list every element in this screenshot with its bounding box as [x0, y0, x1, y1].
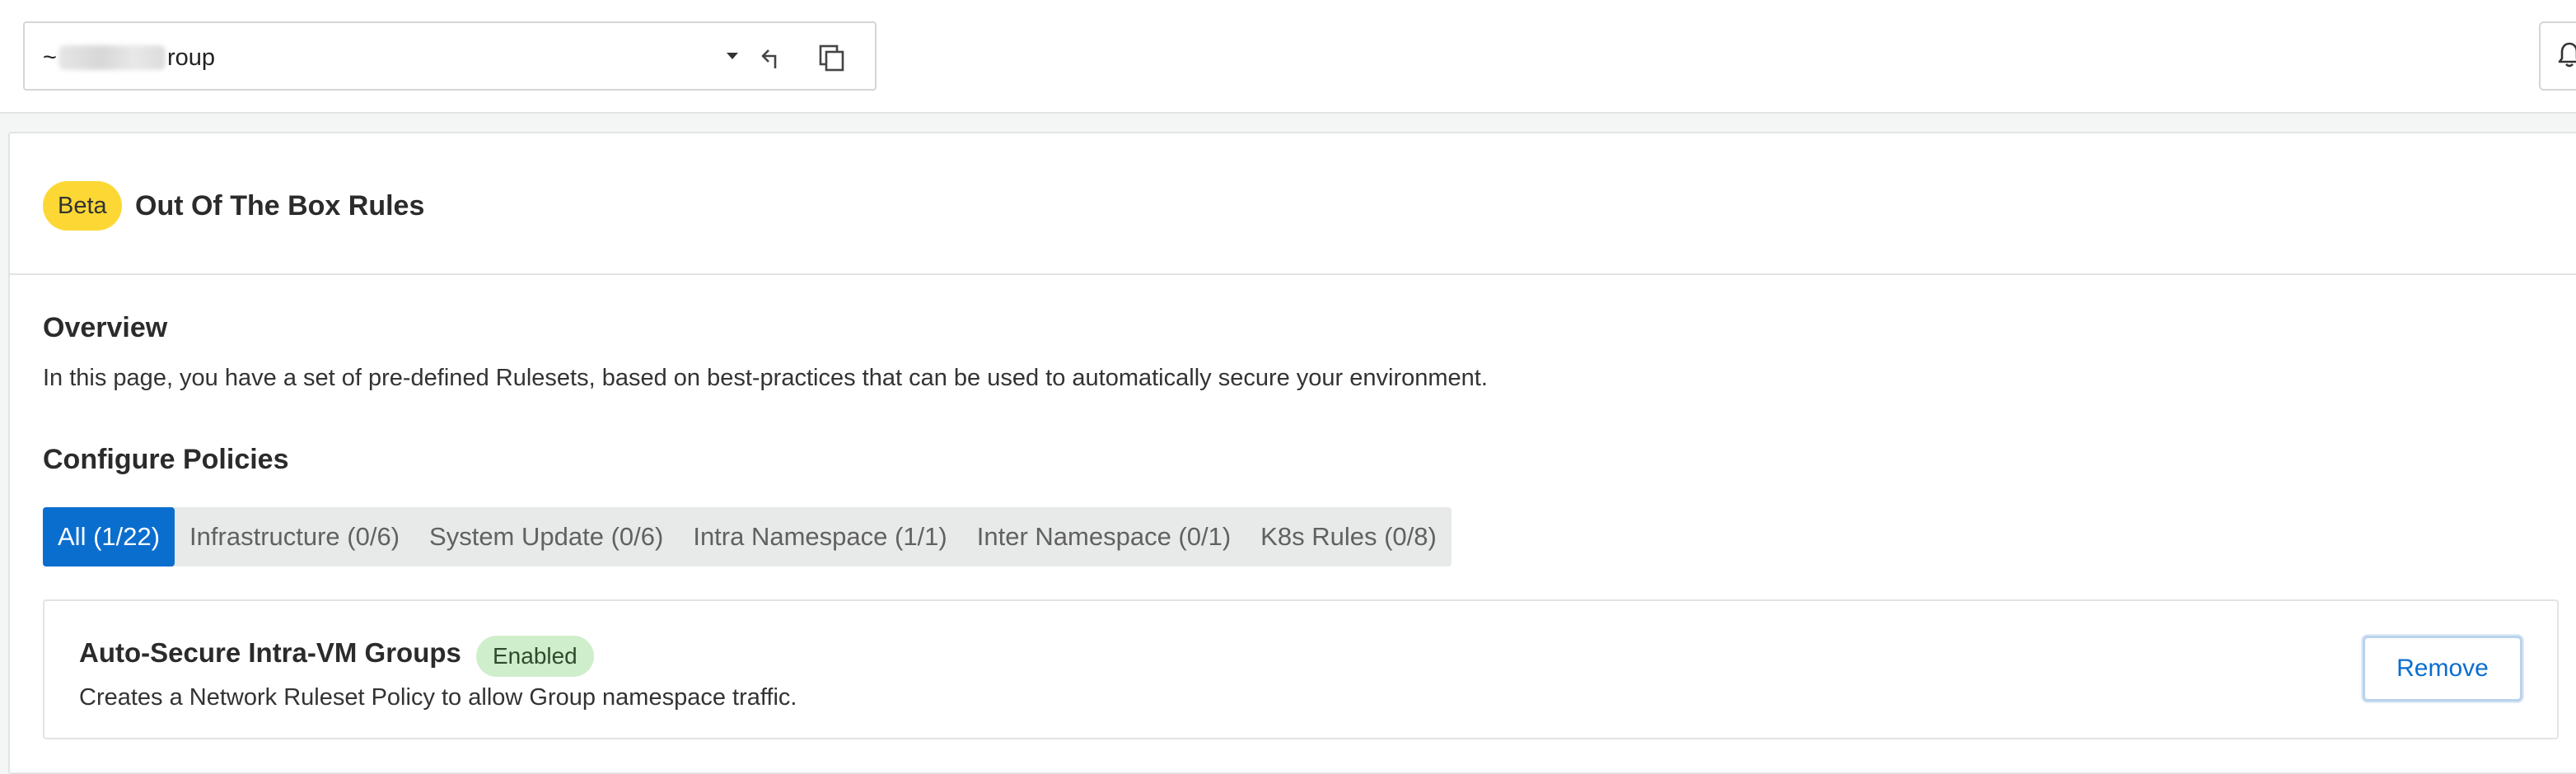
beta-badge: Beta [43, 181, 122, 231]
overview-text: In this page, you have a set of pre-defi… [43, 365, 1488, 391]
tab-all[interactable]: All (1/22) [43, 507, 175, 567]
back-arrow-icon[interactable] [755, 41, 788, 74]
tab-inter-namespace[interactable]: Inter Namespace (0/1) [962, 507, 1246, 567]
caret-down-icon[interactable] [727, 53, 738, 59]
top-bar: ~ roup [0, 0, 2576, 114]
group-name-suffix: roup [166, 44, 215, 71]
bell-icon [2557, 40, 2576, 72]
notifications-button[interactable] [2539, 21, 2576, 91]
tab-system-update[interactable]: System Update (0/6) [414, 507, 678, 567]
policy-tabs: All (1/22) Infrastructure (0/6) System U… [43, 507, 1452, 567]
main-panel: Beta Out Of The Box Rules Overview In th… [8, 132, 2576, 774]
tab-k8s-rules[interactable]: K8s Rules (0/8) [1246, 507, 1452, 567]
panel-header: Beta Out Of The Box Rules [10, 133, 2576, 275]
tab-infrastructure[interactable]: Infrastructure (0/6) [175, 507, 414, 567]
rule-description: Creates a Network Ruleset Policy to allo… [79, 684, 797, 711]
tab-intra-namespace[interactable]: Intra Namespace (1/1) [678, 507, 961, 567]
remove-button[interactable]: Remove [2363, 636, 2522, 702]
status-badge: Enabled [476, 636, 594, 677]
configure-policies-title: Configure Policies [43, 444, 289, 475]
group-name: ~ roup [43, 43, 215, 72]
group-selector[interactable]: ~ roup [23, 21, 877, 91]
overview-title: Overview [43, 312, 168, 343]
group-name-prefix: ~ [43, 44, 57, 71]
rule-title: Auto-Secure Intra-VM Groups [79, 637, 461, 668]
rule-card: Auto-Secure Intra-VM Groups Enabled Crea… [43, 599, 2559, 739]
copy-icon[interactable] [816, 41, 849, 74]
page-title: Out Of The Box Rules [135, 190, 425, 221]
redacted-text [58, 45, 166, 70]
